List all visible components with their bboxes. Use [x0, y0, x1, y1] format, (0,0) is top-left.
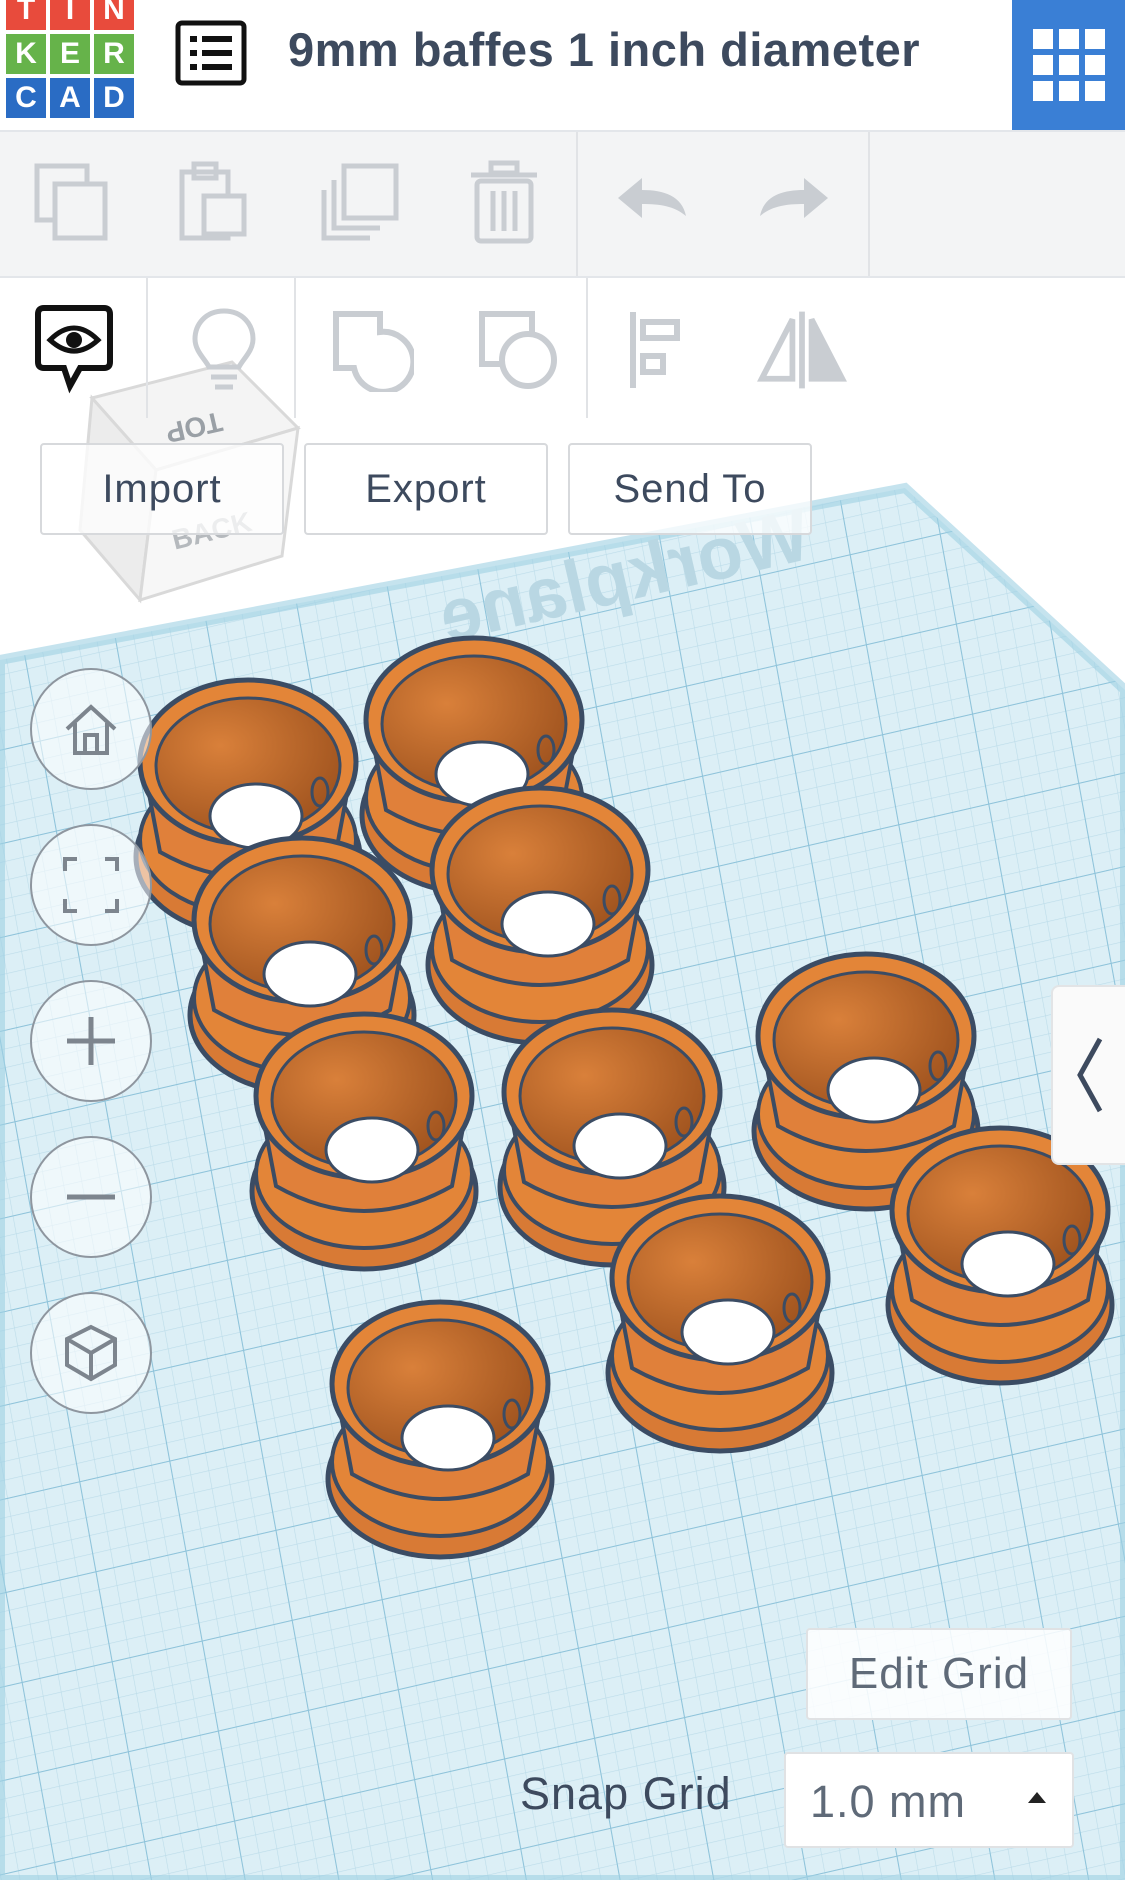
logo-letter: I — [50, 0, 90, 30]
chevron-left-icon — [1077, 1037, 1103, 1113]
group-icon[interactable] — [326, 302, 418, 398]
mirror-icon[interactable] — [756, 302, 848, 398]
logo-letter: E — [50, 34, 90, 74]
logo-letter: K — [6, 34, 46, 74]
design-list-icon[interactable] — [175, 20, 247, 86]
ungroup-icon[interactable] — [472, 302, 564, 398]
home-view-button[interactable] — [30, 668, 152, 790]
logo-letter: C — [6, 78, 46, 118]
edit-grid-button[interactable]: Edit Grid — [806, 1628, 1072, 1720]
delete-icon[interactable] — [460, 156, 548, 248]
toolbar-divider — [586, 278, 588, 418]
baffle-object[interactable] — [328, 1302, 552, 1557]
toolbar-divider — [294, 278, 296, 418]
logo-letter: T — [6, 0, 46, 30]
undo-icon[interactable] — [608, 156, 696, 248]
shape-toolbar — [0, 278, 1125, 418]
baffle-object[interactable] — [888, 1128, 1112, 1383]
perspective-button[interactable] — [30, 1292, 152, 1414]
baffle-object[interactable] — [252, 1014, 476, 1269]
zoom-in-icon — [67, 1017, 115, 1065]
paste-icon[interactable] — [170, 156, 258, 248]
align-icon[interactable] — [616, 302, 708, 398]
caret-up-icon — [1028, 1792, 1046, 1803]
zoom-out-button[interactable] — [30, 1136, 152, 1258]
top-bar: TIN KER CAD 9mm baffes 1 inch diameter — [0, 0, 1125, 132]
baffle-object[interactable] — [428, 788, 652, 1043]
logo-letter: N — [94, 0, 134, 30]
tinkercad-logo[interactable]: TIN KER CAD — [6, 0, 138, 122]
toolbar-divider — [146, 278, 148, 418]
shapes-panel-toggle[interactable] — [1051, 985, 1125, 1165]
send-to-button[interactable]: Send To — [568, 443, 812, 535]
toolbar-divider — [868, 132, 870, 276]
fit-view-button[interactable] — [30, 824, 152, 946]
zoom-in-button[interactable] — [30, 980, 152, 1102]
perspective-icon — [65, 1324, 117, 1382]
snap-grid-value: 1.0 mm — [810, 1776, 967, 1827]
snap-grid-label: Snap Grid — [520, 1768, 732, 1819]
edit-toolbar — [0, 132, 1125, 278]
snap-grid-select[interactable]: 1.0 mm — [784, 1752, 1074, 1848]
design-title[interactable]: 9mm baffes 1 inch diameter — [288, 22, 920, 77]
baffle-object[interactable] — [608, 1196, 832, 1451]
zoom-out-icon — [67, 1194, 115, 1200]
copy-icon[interactable] — [28, 156, 116, 248]
light-bulb-icon[interactable] — [178, 302, 270, 398]
redo-icon[interactable] — [750, 156, 838, 248]
grid-icon — [1032, 29, 1105, 101]
logo-letter: A — [50, 78, 90, 118]
import-button[interactable]: Import — [40, 443, 284, 535]
export-button[interactable]: Export — [304, 443, 548, 535]
toolbar-divider — [576, 132, 578, 276]
duplicate-icon[interactable] — [316, 156, 404, 248]
fit-view-icon — [63, 857, 119, 913]
logo-letter: D — [94, 78, 134, 118]
apps-grid-button[interactable] — [1012, 0, 1125, 130]
home-icon — [65, 704, 117, 755]
show-all-icon[interactable] — [28, 302, 120, 398]
logo-letter: R — [94, 34, 134, 74]
